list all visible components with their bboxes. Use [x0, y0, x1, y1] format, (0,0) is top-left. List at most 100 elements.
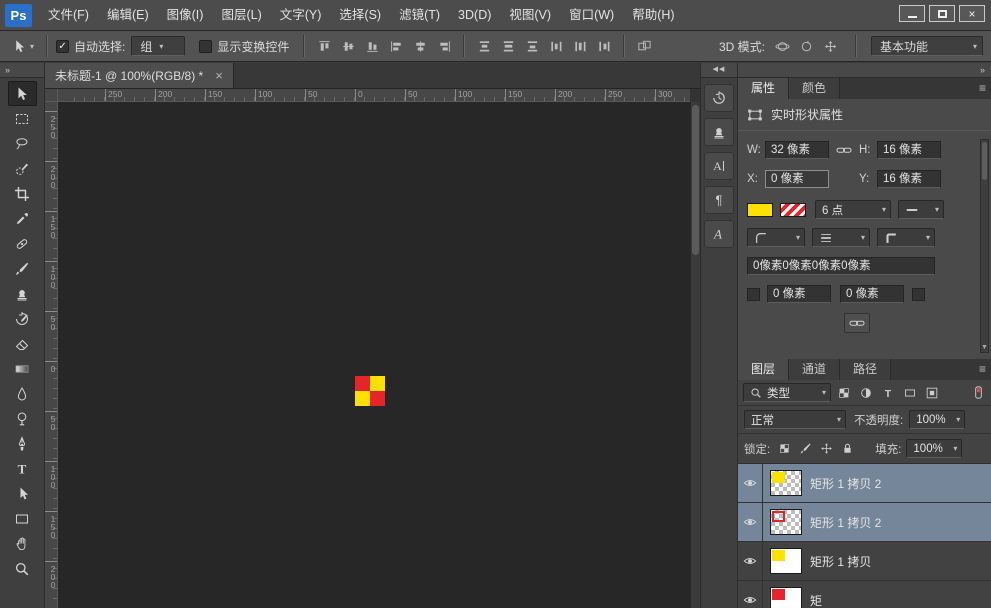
lock-position-button[interactable]: [817, 440, 835, 458]
collapse-panels-button[interactable]: »: [738, 63, 991, 78]
3d-pan-button[interactable]: [819, 36, 841, 56]
x-field[interactable]: 0 像素: [765, 170, 829, 188]
lock-all-button[interactable]: [838, 440, 856, 458]
menu-layer[interactable]: 图层(L): [212, 0, 270, 30]
tool-zoom[interactable]: [8, 556, 37, 581]
y-field[interactable]: 16 像素: [877, 170, 941, 188]
photoshop-logo-icon[interactable]: Ps: [5, 4, 32, 27]
auto-select-checkbox[interactable]: ✓: [56, 40, 69, 53]
corner-radius-field[interactable]: 0像素0像素0像素0像素: [747, 257, 935, 275]
align-left-button[interactable]: [385, 36, 407, 56]
stroke-align-dropdown[interactable]: ▾: [812, 228, 870, 247]
panel-menu-icon[interactable]: ≡: [979, 362, 986, 376]
stroke-style-dropdown[interactable]: ▾: [898, 200, 944, 219]
blend-mode-dropdown[interactable]: 正常 ▾: [744, 410, 846, 429]
tab-close-icon[interactable]: ×: [215, 69, 223, 82]
type-filter-button[interactable]: T: [878, 384, 898, 402]
menu-window[interactable]: 窗口(W): [560, 0, 623, 30]
align-top-button[interactable]: [313, 36, 335, 56]
tool-path-select[interactable]: [8, 481, 37, 506]
corner-radius-left-field[interactable]: 0 像素: [767, 285, 831, 303]
width-field[interactable]: 32 像素: [765, 141, 829, 159]
visibility-toggle[interactable]: [738, 503, 763, 541]
clone-source-panel-button[interactable]: [704, 118, 734, 146]
fill-dropdown[interactable]: 100% ▾: [906, 439, 962, 458]
workspace-dropdown[interactable]: 基本功能 ▾: [871, 36, 983, 56]
properties-tab-属性[interactable]: 属性: [738, 78, 789, 99]
visibility-toggle[interactable]: [738, 581, 763, 608]
corner-link-checkbox-2[interactable]: [912, 288, 925, 301]
history-panel-button[interactable]: [704, 84, 734, 112]
auto-select-target-dropdown[interactable]: 组 ▾: [131, 36, 185, 56]
minimize-button[interactable]: [899, 5, 925, 22]
distribute-bottom-button[interactable]: [521, 36, 543, 56]
distribute-center-button[interactable]: [569, 36, 591, 56]
menu-image[interactable]: 图像(I): [158, 0, 213, 30]
tool-dodge[interactable]: [8, 406, 37, 431]
tool-rectangle[interactable]: [8, 506, 37, 531]
tool-move[interactable]: [8, 81, 37, 106]
menu-filter[interactable]: 滤镜(T): [390, 0, 449, 30]
menu-select[interactable]: 选择(S): [330, 0, 390, 30]
expand-panels-button[interactable]: ◀◀: [701, 63, 737, 78]
tool-hand[interactable]: [8, 531, 37, 556]
align-right-button[interactable]: [433, 36, 455, 56]
menu-edit[interactable]: 编辑(E): [98, 0, 158, 30]
canvas[interactable]: [58, 102, 690, 608]
scrollbar-thumb[interactable]: [982, 142, 987, 180]
corner-type-dropdown[interactable]: ▾: [747, 228, 805, 247]
toolbar-collapse-button[interactable]: »: [0, 63, 44, 78]
3d-roll-button[interactable]: [795, 36, 817, 56]
visibility-toggle[interactable]: [738, 542, 763, 580]
stroke-width-dropdown[interactable]: 6 点 ▾: [815, 200, 891, 219]
layer-row[interactable]: 矩形 1 拷贝 2: [738, 503, 991, 542]
tool-marquee[interactable]: [8, 106, 37, 131]
menu-file[interactable]: 文件(F): [39, 0, 98, 30]
layer-thumbnail[interactable]: [770, 509, 802, 535]
close-button[interactable]: ×: [959, 5, 985, 22]
layer-row[interactable]: 矩形 1 拷贝 2: [738, 464, 991, 503]
tool-pen[interactable]: [8, 431, 37, 456]
show-transform-checkbox[interactable]: [199, 40, 212, 53]
properties-scrollbar[interactable]: ▼: [980, 139, 989, 353]
layer-filter-dropdown[interactable]: 类型 ▾: [743, 383, 831, 402]
layer-row[interactable]: 矩形 1 拷贝: [738, 542, 991, 581]
tool-quick-select[interactable]: [8, 156, 37, 181]
tool-brush[interactable]: [8, 256, 37, 281]
distribute-left-button[interactable]: [545, 36, 567, 56]
maximize-button[interactable]: [929, 5, 955, 22]
stroke-color-swatch[interactable]: [780, 203, 806, 217]
layer-row[interactable]: 矩: [738, 581, 991, 608]
3d-orbit-button[interactable]: [771, 36, 793, 56]
layer-filter-toggle[interactable]: [971, 385, 986, 400]
layer-thumbnail[interactable]: [770, 587, 802, 608]
tool-eraser[interactable]: [8, 331, 37, 356]
scrollbar-thumb[interactable]: [692, 105, 699, 255]
properties-tab-颜色[interactable]: 颜色: [789, 78, 840, 99]
tool-eyedropper[interactable]: [8, 206, 37, 231]
menu-view[interactable]: 视图(V): [500, 0, 560, 30]
link-dimensions-icon[interactable]: [836, 142, 852, 158]
paragraph-panel-button[interactable]: ¶: [704, 186, 734, 214]
distribute-middle-button[interactable]: [497, 36, 519, 56]
character-panel-button[interactable]: A: [704, 152, 734, 180]
tool-crop[interactable]: [8, 181, 37, 206]
shape-rectangle[interactable]: [355, 376, 385, 406]
corner-radius-right-field[interactable]: 0 像素: [840, 285, 904, 303]
tool-gradient[interactable]: [8, 356, 37, 381]
menu-threed[interactable]: 3D(D): [449, 0, 500, 30]
opacity-dropdown[interactable]: 100% ▾: [909, 410, 965, 429]
lock-transparency-button[interactable]: [775, 440, 793, 458]
pixel-filter-button[interactable]: [834, 384, 854, 402]
tool-type[interactable]: T: [8, 456, 37, 481]
fill-color-swatch[interactable]: [747, 203, 773, 217]
character-styles-panel-button[interactable]: A: [704, 220, 734, 248]
tool-preset-button[interactable]: ▾: [8, 38, 38, 55]
height-field[interactable]: 16 像素: [877, 141, 941, 159]
canvas-vertical-scrollbar[interactable]: [690, 102, 700, 608]
smart-object-filter-button[interactable]: [922, 384, 942, 402]
layer-thumbnail[interactable]: [770, 548, 802, 574]
corner-link-checkbox[interactable]: [747, 288, 760, 301]
lock-pixels-button[interactable]: [796, 440, 814, 458]
tool-healing[interactable]: [8, 231, 37, 256]
